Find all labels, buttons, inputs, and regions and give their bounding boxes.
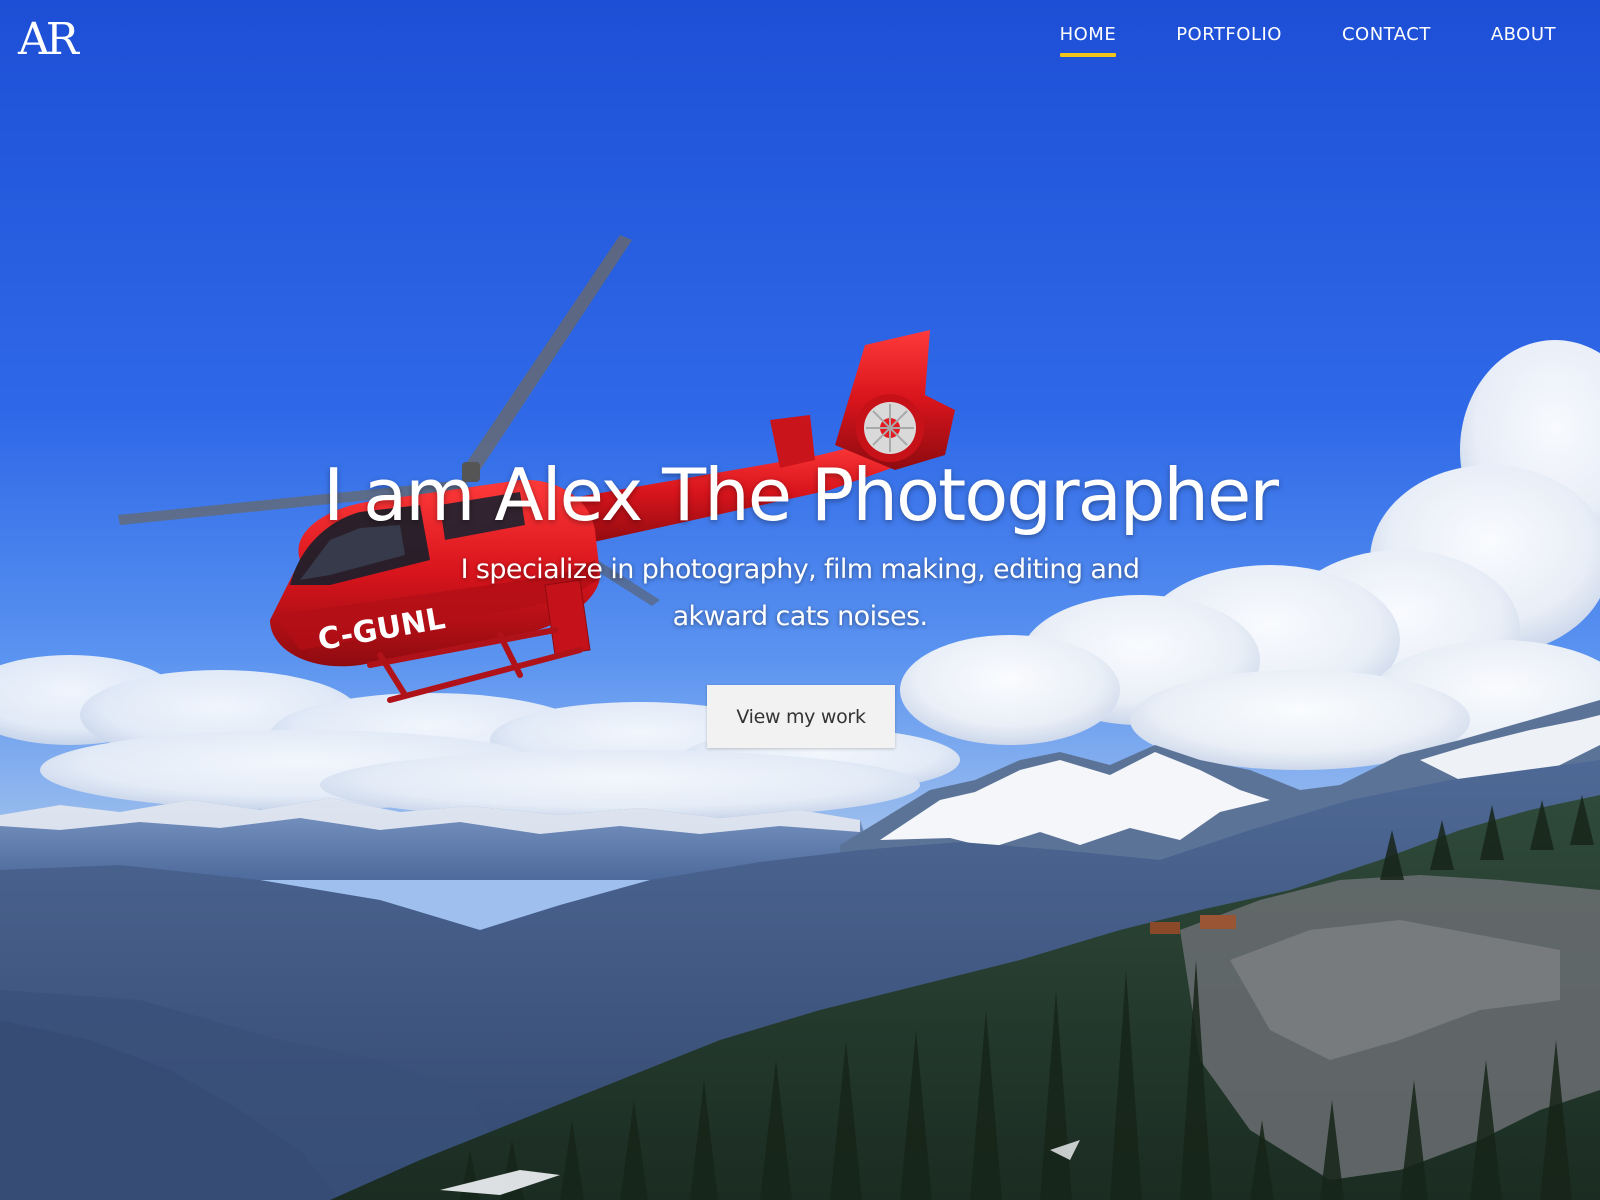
site-logo[interactable]: AR (18, 14, 79, 66)
view-my-work-button[interactable]: View my work (707, 685, 895, 748)
site-header: AR HOME PORTFOLIO CONTACT ABOUT (0, 0, 1600, 80)
main-nav: HOME PORTFOLIO CONTACT ABOUT (1000, 24, 1556, 57)
hero-content: I am Alex The Photographer I specialize … (0, 450, 1600, 640)
hero-title: I am Alex The Photographer (323, 453, 1279, 537)
hero-section: C-GUNL AR HOME PORTFOLIO CONTACT ABOUT I… (0, 0, 1600, 1200)
nav-contact-link[interactable]: CONTACT (1342, 24, 1431, 57)
nav-portfolio-link[interactable]: PORTFOLIO (1176, 24, 1282, 57)
hero-subtitle: I specialize in photography, film making… (460, 554, 1140, 632)
nav-about-link[interactable]: ABOUT (1491, 24, 1556, 57)
nav-home-link[interactable]: HOME (1059, 24, 1117, 57)
